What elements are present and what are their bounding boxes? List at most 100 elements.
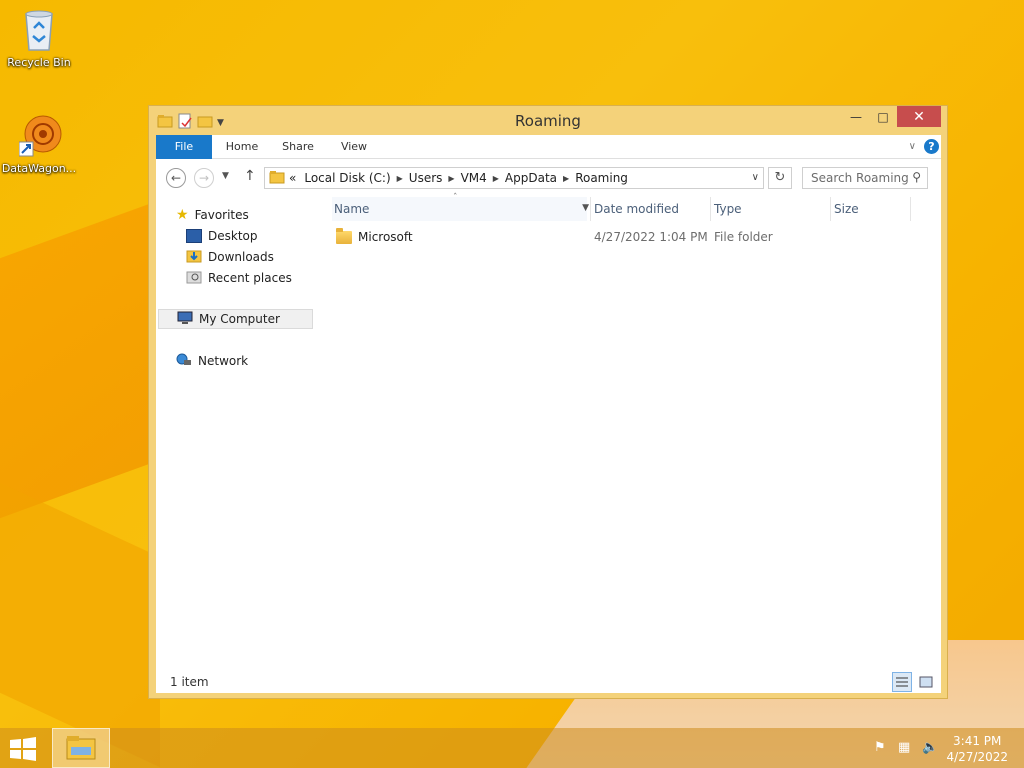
recent-locations-dropdown[interactable]: ▼ xyxy=(222,171,229,181)
column-divider[interactable] xyxy=(710,197,711,221)
tab-share[interactable]: Share xyxy=(272,135,324,159)
nav-my-computer[interactable]: My Computer xyxy=(158,309,313,329)
close-button[interactable]: ✕ xyxy=(897,106,941,127)
nav-label: Recent places xyxy=(208,271,292,285)
maximize-button[interactable]: □ xyxy=(869,106,897,127)
column-divider[interactable] xyxy=(590,197,591,221)
column-header-type[interactable]: Type xyxy=(714,197,829,221)
column-label: Type xyxy=(714,202,742,216)
downloads-icon xyxy=(186,249,202,266)
chevron-right-icon[interactable]: ▶ xyxy=(397,174,403,183)
nav-label: My Computer xyxy=(199,312,280,326)
datawagon-icon xyxy=(18,112,62,160)
file-name: Microsoft xyxy=(358,230,413,244)
details-view-icon xyxy=(896,677,908,687)
taskbar-file-explorer[interactable] xyxy=(52,728,110,768)
breadcrumb-appdata[interactable]: AppData xyxy=(505,171,557,185)
search-box[interactable]: Search Roaming ⚲ xyxy=(802,167,928,189)
tab-home[interactable]: Home xyxy=(216,135,268,159)
chevron-right-icon[interactable]: ▶ xyxy=(563,174,569,183)
refresh-button[interactable]: ↻ xyxy=(768,167,792,189)
file-type: File folder xyxy=(714,230,773,244)
nav-recent-places[interactable]: Recent places xyxy=(186,268,292,288)
column-filter-icon[interactable]: ▼ xyxy=(582,203,589,213)
breadcrumb-local-disk[interactable]: Local Disk (C:) xyxy=(304,171,390,185)
nav-favorites[interactable]: ★ Favorites xyxy=(176,205,249,225)
minimize-button[interactable]: — xyxy=(842,106,870,127)
navigation-bar: ← → ▼ ↑ « Local Disk (C:) ▶ Users ▶ VM4 … xyxy=(156,159,941,193)
file-date-modified: 4/27/2022 1:04 PM xyxy=(594,230,708,244)
start-button[interactable] xyxy=(8,736,38,762)
nav-label: Favorites xyxy=(194,208,249,222)
help-icon[interactable]: ? xyxy=(924,139,939,154)
details-view-button[interactable] xyxy=(892,672,912,692)
wallpaper-shape xyxy=(0,199,160,541)
search-icon[interactable]: ⚲ xyxy=(912,170,921,184)
star-icon: ★ xyxy=(176,207,189,223)
window-title: Roaming xyxy=(515,112,581,130)
taskbar: ⚑ ▦ 🔈 3:41 PM 4/27/2022 xyxy=(0,728,1024,768)
action-center-flag-icon[interactable]: ⚑ xyxy=(874,740,886,755)
expand-ribbon-icon[interactable]: ∨ xyxy=(909,141,916,152)
address-dropdown-icon[interactable]: ∨ xyxy=(752,172,759,183)
nav-network[interactable]: Network xyxy=(176,351,248,371)
chevron-right-icon[interactable]: ▶ xyxy=(448,174,454,183)
nav-label: Downloads xyxy=(208,250,274,264)
large-icons-view-button[interactable] xyxy=(916,672,936,692)
status-bar: 1 item xyxy=(156,665,941,693)
computer-icon xyxy=(177,311,193,328)
column-label: Date modified xyxy=(594,202,680,216)
explorer-window: ▼ Roaming — □ ✕ File Home Share View ∨ ?… xyxy=(148,105,948,699)
navigation-pane: ★ Favorites Desktop Downloads Recent pla… xyxy=(156,193,314,663)
nav-label: Desktop xyxy=(208,229,258,243)
sort-ascending-icon: ˆ xyxy=(453,193,458,203)
up-button[interactable]: ↑ xyxy=(244,168,256,184)
clock-date: 4/27/2022 xyxy=(946,750,1008,764)
desktop-icon-recycle-bin[interactable]: Recycle Bin xyxy=(1,6,77,69)
desktop-icon-datawagon[interactable]: DataWagon... xyxy=(1,112,77,175)
nav-downloads[interactable]: Downloads xyxy=(186,247,274,267)
column-label: Name xyxy=(334,202,370,216)
column-header-name[interactable]: Name ˆ ▼ xyxy=(332,193,589,221)
folder-icon xyxy=(336,227,352,244)
wallpaper-shape xyxy=(0,482,160,768)
desktop-icon-label: DataWagon... xyxy=(1,162,77,175)
folder-small-icon xyxy=(269,170,285,187)
column-label: Size xyxy=(834,202,859,216)
tab-file[interactable]: File xyxy=(156,135,212,159)
breadcrumb-overflow[interactable]: « xyxy=(289,171,296,185)
item-count: 1 item xyxy=(170,675,209,689)
column-header-date-modified[interactable]: Date modified xyxy=(594,197,709,221)
recent-places-icon xyxy=(186,270,202,287)
title-bar[interactable]: ▼ Roaming — □ ✕ xyxy=(149,106,947,136)
chevron-right-icon[interactable]: ▶ xyxy=(493,174,499,183)
column-header-size[interactable]: Size xyxy=(834,197,914,221)
window-body: File Home Share View ∨ ? ← → ▼ ↑ « Local… xyxy=(156,135,941,693)
volume-muted-icon[interactable]: 🔈 xyxy=(922,740,938,755)
file-explorer-icon xyxy=(66,736,96,760)
column-divider[interactable] xyxy=(910,197,911,221)
windows-logo-icon xyxy=(10,737,36,761)
large-icons-view-icon xyxy=(919,676,933,688)
breadcrumb-vm4[interactable]: VM4 xyxy=(461,171,487,185)
nav-desktop[interactable]: Desktop xyxy=(186,226,258,246)
clock-time: 3:41 PM xyxy=(953,734,1002,748)
address-bar[interactable]: « Local Disk (C:) ▶ Users ▶ VM4 ▶ AppDat… xyxy=(264,167,764,189)
tab-view[interactable]: View xyxy=(328,135,380,159)
desktop-icon xyxy=(186,229,202,243)
back-button[interactable]: ← xyxy=(166,168,186,188)
search-placeholder: Search Roaming xyxy=(811,171,909,185)
nav-label: Network xyxy=(198,354,249,368)
ribbon-tabs: File Home Share View ∨ ? xyxy=(156,135,941,159)
forward-button[interactable]: → xyxy=(194,168,214,188)
file-row[interactable]: Microsoft 4/27/2022 1:04 PM File folder xyxy=(332,227,932,247)
system-clock[interactable]: 3:41 PM 4/27/2022 xyxy=(946,733,1008,765)
file-list: Name ˆ ▼ Date modified Type Size Microso… xyxy=(316,193,941,663)
network-tray-icon[interactable]: ▦ xyxy=(898,740,910,755)
column-divider[interactable] xyxy=(830,197,831,221)
breadcrumb-roaming[interactable]: Roaming xyxy=(575,171,628,185)
desktop-icon-label: Recycle Bin xyxy=(7,56,71,69)
breadcrumb-users[interactable]: Users xyxy=(409,171,443,185)
network-icon xyxy=(176,353,192,370)
recycle-bin-icon xyxy=(19,6,59,54)
